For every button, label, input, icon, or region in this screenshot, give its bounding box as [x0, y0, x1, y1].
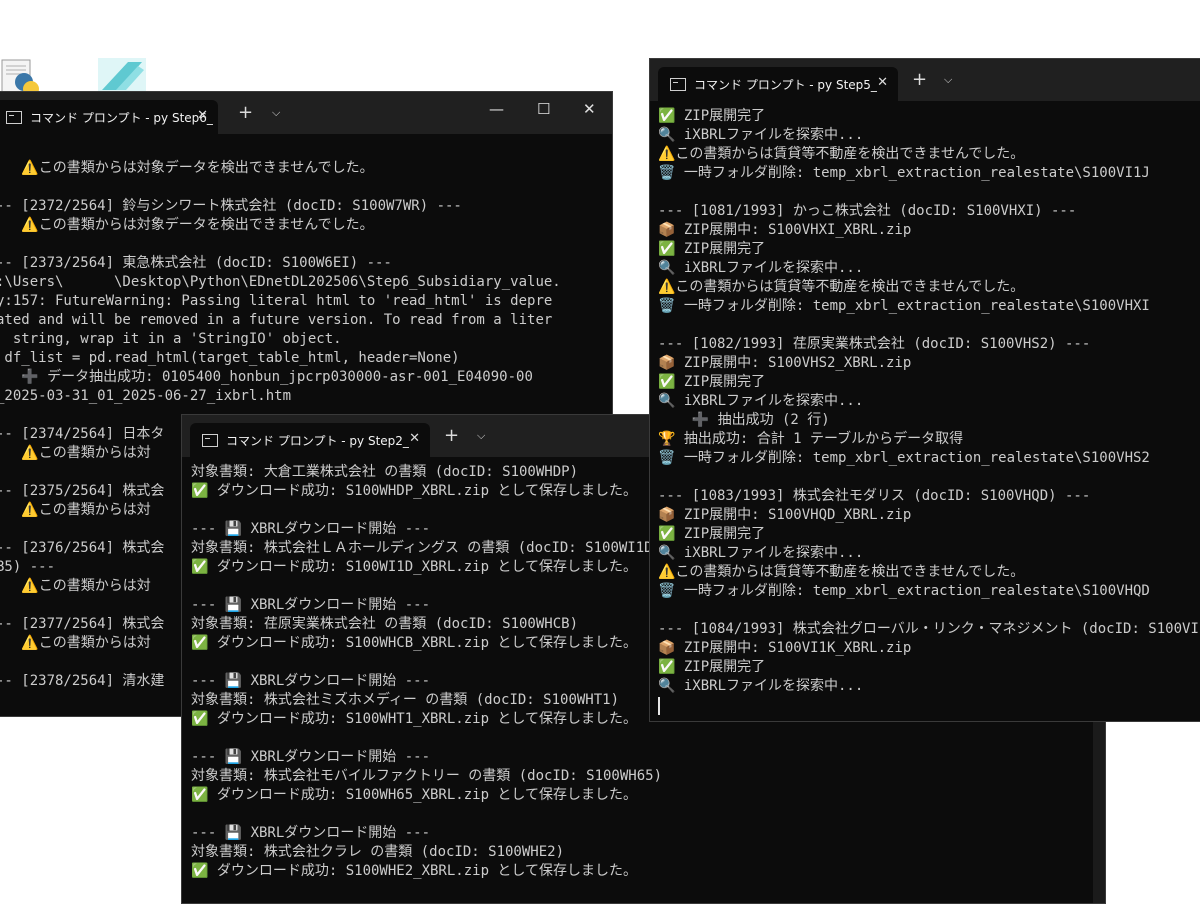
terminal-line: ✅ ZIP展開完了 [658, 659, 766, 675]
terminal-line: ⚠️この書類からは賃貸等不動産を検出できませんでした。 [658, 279, 1025, 295]
terminal-line: -- [2373/2564] 東急株式会社 (docID: S100W6EI) … [0, 255, 392, 271]
terminal-line: 対象書類: 株式会社クラレ の書類 (docID: S100WHE2) [191, 844, 565, 860]
tab-step5[interactable]: コマンド プロンプト - py Step5_ ✕ [658, 67, 898, 101]
terminal-line: ⚠️この書類からは対象データを検出できませんでした。 [0, 160, 374, 176]
terminal-line: --- [1082/1993] 荏原実業株式会社 (docID: S100VHS… [658, 336, 1091, 352]
chevron-down-icon[interactable]: ⌵ [272, 106, 280, 120]
terminal-icon [202, 433, 218, 447]
terminal-line: ✅ ZIP展開完了 [658, 374, 766, 390]
terminal-line: --- [1081/1993] かっこ株式会社 (docID: S100VHXI… [658, 203, 1077, 219]
close-window-icon[interactable]: ✕ [583, 100, 596, 118]
terminal-line: df_list = pd.read_html(target_table_html… [0, 350, 460, 366]
terminal-line: y:157: FutureWarning: Passing literal ht… [0, 293, 553, 309]
close-tab-icon[interactable]: ✕ [877, 75, 888, 90]
maximize-icon[interactable]: ☐ [537, 100, 550, 118]
terminal-line: 🗑️ 一時フォルダ削除: temp_xbrl_extraction_reales… [658, 450, 1150, 466]
terminal-line: ✅ ZIP展開完了 [658, 526, 766, 542]
terminal-line: 🔍 iXBRLファイルを探索中... [658, 393, 864, 409]
terminal-icon [670, 77, 686, 91]
terminal-line: 🗑️ 一時フォルダ削除: temp_xbrl_extraction_reales… [658, 165, 1150, 181]
tab-step6[interactable]: コマンド プロンプト - py Step6_ ✕ [0, 100, 218, 134]
terminal-line: --- [1083/1993] 株式会社モダリス (docID: S100VHQ… [658, 488, 1091, 504]
terminal-line: --- [1084/1993] 株式会社グローバル・リンク・マネジメント (do… [658, 621, 1200, 637]
close-tab-icon[interactable]: ✕ [409, 431, 420, 446]
tab-step2[interactable]: コマンド プロンプト - py Step2_ ✕ [190, 423, 430, 457]
terminal-line: --- 💾 XBRLダウンロード開始 --- [191, 749, 431, 765]
tab-title: コマンド プロンプト - py Step5_ [694, 77, 877, 92]
terminal-output[interactable]: ✅ ZIP展開完了 🔍 iXBRLファイルを探索中... ⚠️この書類からは賃貸等不… [658, 107, 1200, 696]
terminal-line: ated and will be removed in a future ver… [0, 312, 553, 328]
terminal-line: ⚠️この書類からは賃貸等不動産を検出できませんでした。 [658, 146, 1025, 162]
terminal-line: ⚠️この書類からは対象データを検出できませんでした。 [0, 217, 374, 233]
tab-bar: コマンド プロンプト - py Step6_ ✕ + ⌵ — ☐ ✕ [0, 92, 612, 134]
terminal-line: :\Users\ \Desktop\Python\EDnetDL202506\S… [0, 274, 561, 290]
app-shortcut-icon[interactable] [98, 58, 146, 94]
terminal-line: 対象書類: 株式会社モバイルファクトリー の書類 (docID: S100WH6… [191, 768, 663, 784]
terminal-line: 🗑️ 一時フォルダ削除: temp_xbrl_extraction_reales… [658, 298, 1150, 314]
tab-bar: コマンド プロンプト - py Step5_ ✕ + ⌵ [650, 59, 1200, 101]
terminal-line: 🗑️ 一時フォルダ削除: temp_xbrl_extraction_reales… [658, 583, 1150, 599]
terminal-line: ✅ ZIP展開完了 [658, 241, 766, 257]
tab-title: コマンド プロンプト - py Step6_ [30, 110, 213, 125]
terminal-icon [6, 110, 22, 124]
terminal-line: 🔍 iXBRLファイルを探索中... [658, 127, 864, 143]
terminal-line: 📦 ZIP展開中: S100VHS2_XBRL.zip [658, 355, 912, 371]
chevron-down-icon[interactable]: ⌵ [477, 429, 485, 443]
step5-terminal-window[interactable]: コマンド プロンプト - py Step5_ ✕ + ⌵ ✅ ZIP展開完了 🔍 … [649, 58, 1200, 722]
tab-title: コマンド プロンプト - py Step2_ [226, 433, 409, 448]
terminal-line: string, wrap it in a 'StringIO' object. [0, 331, 342, 347]
terminal-line: ✅ ZIP展開完了 [658, 108, 766, 124]
terminal-line: -- [2372/2564] 鈴与シンワート株式会社 (docID: S100W… [0, 198, 462, 214]
terminal-line: 🔍 iXBRLファイルを探索中... [658, 260, 864, 276]
text-cursor [658, 697, 660, 715]
terminal-line: ✅ ダウンロード成功: S100WHE2_XBRL.zip として保存しました。 [191, 863, 638, 879]
terminal-line: ➕ データ抽出成功: 0105400_honbun_jpcrp030000-as… [0, 369, 533, 385]
terminal-line: ➕ 抽出成功 (2 行) [658, 412, 830, 428]
terminal-line: ✅ ダウンロード成功: S100WH65_XBRL.zip として保存しました。 [191, 787, 638, 803]
terminal-line: --- 💾 XBRLダウンロード開始 --- [191, 825, 431, 841]
terminal-line: 🔍 iXBRLファイルを探索中... [658, 678, 864, 694]
new-tab-icon[interactable]: + [912, 71, 927, 89]
chevron-down-icon[interactable]: ⌵ [944, 73, 952, 87]
new-tab-icon[interactable]: + [238, 104, 253, 122]
new-tab-icon[interactable]: + [444, 427, 459, 445]
terminal-line: 📦 ZIP展開中: S100VHXI_XBRL.zip [658, 222, 912, 238]
close-tab-icon[interactable]: ✕ [197, 108, 208, 123]
minimize-icon[interactable]: — [489, 100, 504, 118]
terminal-line: 🔍 iXBRLファイルを探索中... [658, 545, 864, 561]
terminal-line: _2025-03-31_01_2025-06-27_ixbrl.htm [0, 388, 292, 404]
terminal-line: 📦 ZIP展開中: S100VHQD_XBRL.zip [658, 507, 912, 523]
terminal-line: ⚠️この書類からは賃貸等不動産を検出できませんでした。 [658, 564, 1025, 580]
terminal-line: 📦 ZIP展開中: S100VI1K_XBRL.zip [658, 640, 912, 656]
terminal-line: 🏆 抽出成功: 合計 1 テーブルからデータ取得 [658, 431, 964, 447]
